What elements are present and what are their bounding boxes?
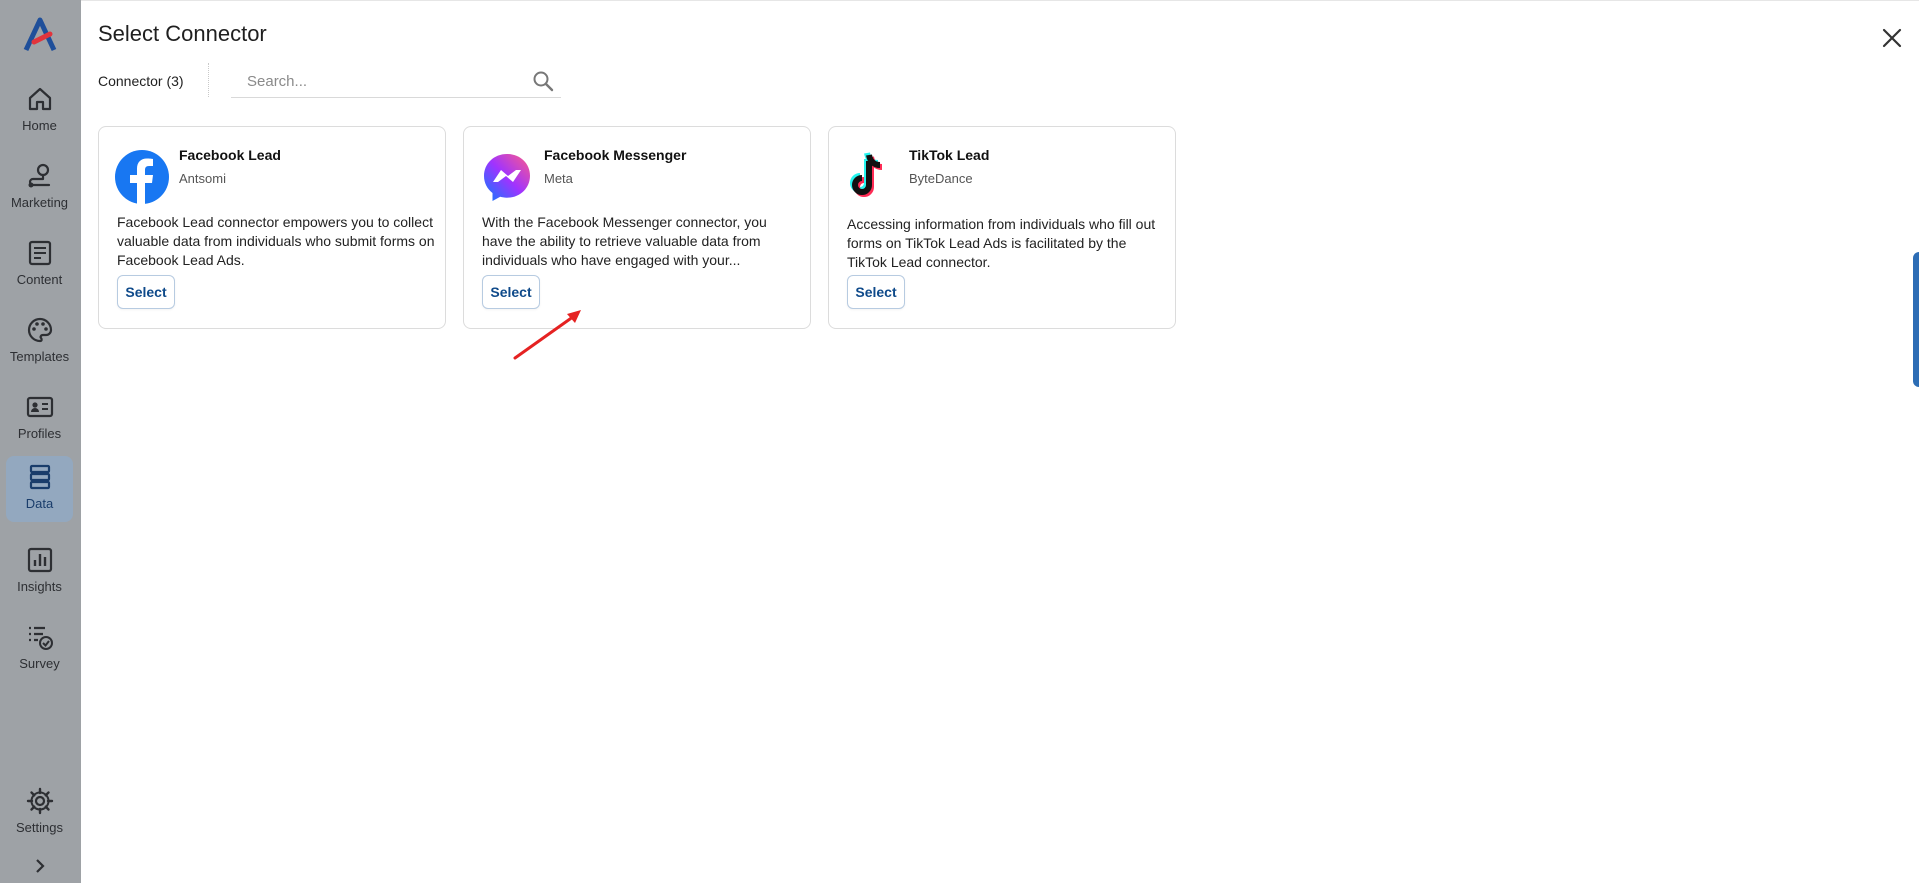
checklist-icon [28, 626, 53, 650]
divider [208, 63, 209, 97]
sidebar-item-home[interactable]: Home [6, 78, 73, 142]
connector-vendor: ByteDance [909, 171, 973, 186]
page-title: Select Connector [98, 21, 267, 46]
document-icon [28, 240, 51, 266]
route-pin-icon [28, 163, 50, 188]
sidebar-item-content[interactable]: Content [6, 232, 73, 296]
connector-vendor: Meta [544, 171, 573, 186]
search-box [231, 65, 561, 98]
search-icon[interactable] [531, 69, 555, 93]
messenger-icon [484, 154, 530, 201]
connector-card-facebook-messenger: Facebook Messenger Meta With the Faceboo… [463, 126, 811, 329]
connector-description: Accessing information from individuals w… [847, 216, 1156, 270]
sidebar-item-label: Marketing [10, 195, 69, 210]
sidebar-item-profiles[interactable]: Profiles [6, 386, 73, 450]
sidebar-item-data[interactable]: Data [6, 456, 73, 522]
sidebar-item-marketing[interactable]: Marketing [6, 155, 73, 219]
select-button[interactable]: Select [117, 275, 175, 309]
close-icon[interactable] [1881, 27, 1903, 49]
sidebar-item-insights[interactable]: Insights [6, 539, 73, 603]
tiktok-icon [850, 152, 883, 197]
search-input[interactable] [231, 71, 529, 91]
sidebar-item-label: Insights [17, 579, 62, 594]
sidebar-item-label: Profiles [17, 426, 62, 441]
connector-count: Connector (3) [98, 73, 184, 89]
connector-vendor: Antsomi [179, 171, 226, 186]
bar-chart-icon [27, 547, 52, 573]
connector-name: Facebook Messenger [544, 147, 687, 163]
sidebar-item-label: Templates [9, 349, 70, 364]
annotation-arrow-icon [513, 310, 581, 360]
database-icon [29, 464, 50, 490]
expand-sidebar-icon[interactable] [30, 856, 50, 876]
facebook-icon [115, 150, 169, 205]
sidebar-item-label: Content [16, 272, 63, 287]
palette-icon [27, 317, 52, 343]
connector-description: With the Facebook Messenger connector, y… [482, 214, 767, 268]
connector-card-tiktok-lead: TikTok Lead ByteDance Accessing informat… [828, 126, 1176, 329]
sidebar: Home Marketing Content Templates Profile… [0, 0, 81, 883]
select-button[interactable]: Select [482, 275, 540, 309]
connector-card-facebook-lead: Facebook Lead Antsomi Facebook Lead conn… [98, 126, 446, 329]
antsomi-logo[interactable] [20, 14, 62, 56]
sidebar-item-label: Survey [19, 656, 60, 671]
connector-name: TikTok Lead [909, 147, 990, 163]
select-button[interactable]: Select [847, 275, 905, 309]
sidebar-item-survey[interactable]: Survey [6, 616, 73, 680]
sidebar-item-label: Home [22, 118, 57, 133]
gear-icon [26, 787, 53, 815]
home-icon [28, 87, 51, 111]
sidebar-item-label: Data [25, 496, 54, 511]
sidebar-item-settings[interactable]: Settings [6, 780, 73, 844]
sidebar-item-templates[interactable]: Templates [6, 309, 73, 373]
id-card-icon [26, 396, 53, 418]
connector-name: Facebook Lead [179, 147, 281, 163]
connector-description: Facebook Lead connector empowers you to … [117, 214, 435, 268]
select-connector-panel: Select Connector Connector (3) Facebook … [81, 0, 1919, 884]
sidebar-item-label: Settings [16, 820, 63, 835]
side-drawer-handle[interactable] [1913, 252, 1919, 387]
